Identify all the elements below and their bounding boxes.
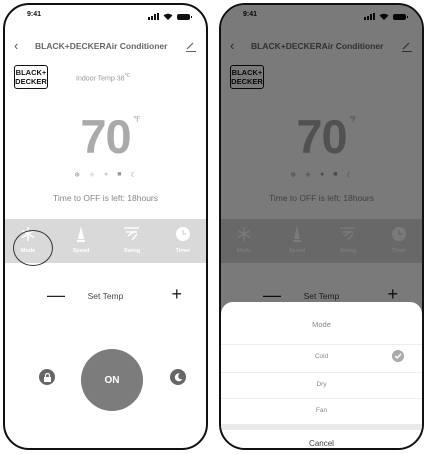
clock-icon — [176, 227, 190, 241]
swing-label: Swing — [123, 248, 141, 254]
cancel-button[interactable]: Cancel — [221, 439, 422, 448]
swing-icon — [124, 227, 139, 241]
power-button[interactable]: ON — [81, 349, 143, 411]
checkmark-icon — [392, 350, 404, 362]
edit-icon[interactable] — [185, 40, 197, 52]
swing-button[interactable]: Swing — [112, 224, 152, 254]
indoor-temp: Indoor Temp 38℃ — [76, 73, 130, 82]
temperature-unit: ℉ — [133, 115, 141, 124]
set-temp-row: — Set Temp + — [5, 284, 206, 307]
status-bar: 9:41 — [5, 11, 206, 25]
lock-icon: ■ — [117, 171, 122, 178]
mode-option-dry[interactable]: Dry — [221, 372, 422, 397]
snowflake-icon: ❄ — [74, 172, 81, 179]
mode-option-fan[interactable]: Fan — [221, 398, 422, 423]
option-label: Dry — [316, 381, 327, 388]
timer-label: Timer — [175, 248, 191, 254]
option-label: Fan — [315, 407, 328, 414]
sheet-separator — [221, 424, 422, 430]
temperature-value: 70 — [80, 110, 131, 163]
speed-label: Speed — [72, 248, 90, 254]
lock-button[interactable] — [39, 369, 55, 385]
drop-icon: ● — [104, 171, 109, 178]
timer-button[interactable]: Timer — [163, 224, 203, 254]
brand-line1: BLACK+ — [15, 68, 47, 77]
indoor-temp-label: Indoor Temp 38 — [76, 75, 125, 83]
temperature-display: 70 ℉ — [5, 109, 206, 164]
mode-option-cold[interactable]: Cold — [221, 344, 422, 369]
moon-icon: ☾ — [130, 172, 137, 179]
speed-button[interactable]: Speed — [61, 224, 101, 254]
wifi-icon — [163, 13, 173, 20]
page-title: BLACK+DECKERAir Conditioner — [35, 41, 168, 51]
indoor-temp-unit: ℃ — [124, 73, 131, 79]
header: ‹ BLACK+DECKERAir Conditioner — [5, 38, 206, 57]
increase-temp-button[interactable]: + — [171, 284, 182, 305]
mode-highlight-circle — [13, 230, 53, 266]
timer-off-text: Time to OFF is left: 18hours — [52, 193, 159, 203]
status-time: 9:41 — [27, 11, 42, 18]
sun-icon: ✳ — [89, 172, 95, 179]
phone-screen-main: 9:41 ‹ BLACK+DECKERAir Conditioner BLACK… — [3, 3, 208, 450]
brand-line2: DECKER — [15, 77, 47, 86]
phone-screen-mode-sheet: 9:41 ‹ BLACK+DECKERAir Conditioner BLACK… — [219, 3, 424, 450]
sheet-title: Mode — [312, 320, 331, 329]
mode-action-sheet: Mode Cold Dry Fan Cancel — [221, 302, 422, 448]
fan-speed-icon — [77, 226, 85, 242]
battery-icon — [177, 13, 192, 20]
brand-logo: BLACK+ DECKER — [14, 65, 48, 89]
lock-icon — [43, 372, 51, 382]
status-mode-icons: ❄ ✳ ● ■ ☾ — [5, 171, 206, 179]
ac-control-screen: 9:41 ‹ BLACK+DECKERAir Conditioner BLACK… — [5, 5, 206, 448]
sleep-button[interactable] — [170, 369, 186, 385]
status-icons — [148, 13, 192, 20]
moon-icon — [174, 372, 182, 381]
signal-icon — [148, 13, 159, 20]
back-icon[interactable]: ‹ — [14, 38, 18, 53]
